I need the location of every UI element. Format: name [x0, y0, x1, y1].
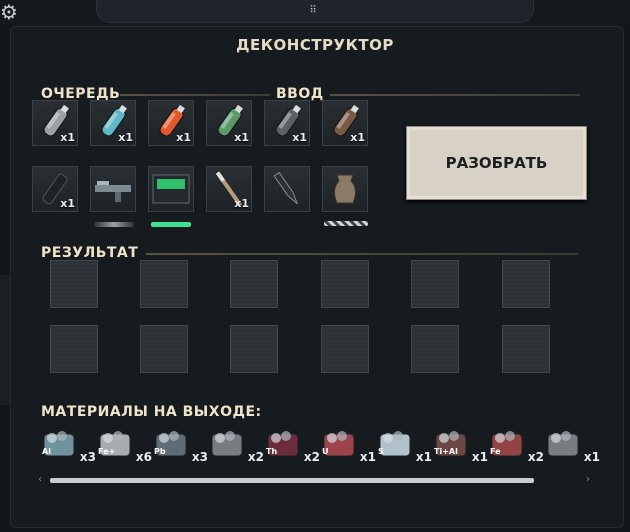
material-count: x2 [303, 450, 320, 464]
horizontal-scrollbar[interactable] [50, 478, 534, 483]
material-count: x1 [415, 450, 432, 464]
thorium-ore-icon [267, 431, 299, 457]
deconstruct-button-label: РАЗОБРАТЬ [445, 154, 548, 172]
item-count: x1 [350, 131, 365, 144]
rock-icon [211, 431, 243, 457]
item-count: x1 [234, 131, 249, 144]
material-item[interactable]: Al x3 [40, 424, 96, 464]
material-count: x1 [359, 450, 376, 464]
material-count: x3 [79, 450, 96, 464]
material-item[interactable]: x2 [208, 424, 264, 464]
durability-bar [94, 222, 134, 227]
queue-slot[interactable]: x1 [264, 100, 310, 146]
item-count: x1 [118, 131, 133, 144]
supply-crate-icon [149, 174, 193, 215]
deconstruct-button[interactable]: РАЗОБРАТЬ [406, 126, 587, 200]
queue-slot[interactable]: x1 [32, 166, 78, 212]
result-slot[interactable] [140, 260, 188, 308]
material-count: x1 [471, 450, 488, 464]
queue-slot[interactable]: x1 [206, 100, 252, 146]
deconstructor-window: ⚙ ⠿ ДЕКОНСТРУКТОР ОЧЕРЕДЬ ВВОД x1 x1 x1 x1 x… [0, 0, 630, 532]
material-label: Pb [154, 447, 166, 456]
result-slot[interactable] [502, 260, 550, 308]
material-label: Ti+Al [434, 447, 458, 456]
item-count: x1 [60, 197, 75, 210]
material-count: x1 [583, 450, 600, 464]
queue-slot[interactable] [264, 166, 310, 212]
result-slot[interactable] [411, 260, 459, 308]
titanium-aluminide-bar-icon [435, 431, 467, 457]
material-count: x2 [527, 450, 544, 464]
result-slot[interactable] [502, 325, 550, 373]
result-divider [146, 253, 578, 255]
iron-ore-icon [491, 431, 523, 457]
queue-slot[interactable]: x1 [322, 100, 368, 146]
iron-bar-icon [99, 431, 131, 457]
sulfur-icon [379, 431, 411, 457]
queue-slot[interactable]: x1 [32, 100, 78, 146]
material-item[interactable]: Ti+Al x1 [432, 424, 488, 464]
result-slot[interactable] [140, 325, 188, 373]
uranium-ore-icon [323, 431, 355, 457]
item-count: x1 [60, 131, 75, 144]
material-label: S [378, 447, 384, 456]
material-count: x6 [135, 450, 152, 464]
result-slot[interactable] [321, 325, 369, 373]
aluminum-ore-icon [43, 431, 75, 457]
scroll-left-icon[interactable]: ‹ [38, 474, 42, 485]
lead-ore-icon [155, 431, 187, 457]
result-slot[interactable] [411, 325, 459, 373]
settings-gear-icon[interactable]: ⚙ [0, 2, 20, 22]
window-title: ДЕКОНСТРУКТОР [236, 36, 394, 54]
material-count: x2 [247, 450, 264, 464]
material-item[interactable]: Fe+ x6 [96, 424, 152, 464]
rifle-icon [91, 181, 135, 215]
material-label: Th [266, 447, 278, 456]
result-slot[interactable] [230, 260, 278, 308]
drag-grip-icon[interactable]: ⠿ [306, 6, 320, 16]
material-label: U [322, 447, 329, 456]
result-slot[interactable] [50, 260, 98, 308]
material-item[interactable]: Sx1 [376, 424, 432, 464]
item-count: x1 [292, 131, 307, 144]
material-item[interactable]: x1 [544, 424, 600, 464]
item-count: x1 [234, 197, 249, 210]
vase-icon [323, 174, 367, 215]
durability-bar [151, 222, 191, 227]
material-item[interactable]: Fe x2 [488, 424, 544, 464]
material-count: x3 [191, 450, 208, 464]
dark-tube-icon [547, 431, 579, 457]
queue-slot[interactable]: x1 [148, 100, 194, 146]
result-slot[interactable] [50, 325, 98, 373]
material-label: Fe+ [98, 447, 116, 456]
material-item[interactable]: Ux1 [320, 424, 376, 464]
queue-slot[interactable]: x1 [90, 100, 136, 146]
result-slot[interactable] [321, 260, 369, 308]
result-header: РЕЗУЛЬТАТ [41, 245, 139, 261]
queue-slot[interactable] [90, 166, 136, 212]
material-item[interactable]: Pb x3 [152, 424, 208, 464]
queue-slot[interactable]: x1 [206, 166, 252, 212]
queue-divider [120, 94, 270, 96]
knife-icon [265, 171, 309, 215]
scroll-right-icon[interactable]: › [586, 474, 590, 485]
output-materials-header: МАТЕРИАЛЫ НА ВЫХОДЕ: [41, 404, 262, 420]
input-divider [330, 94, 580, 96]
input-slot[interactable] [322, 166, 368, 212]
queue-slot[interactable] [148, 166, 194, 212]
result-slot[interactable] [230, 325, 278, 373]
material-label: Fe [490, 447, 501, 456]
durability-bar [324, 221, 368, 226]
item-count: x1 [176, 131, 191, 144]
material-item[interactable]: Th x2 [264, 424, 320, 464]
material-label: Al [42, 447, 51, 456]
